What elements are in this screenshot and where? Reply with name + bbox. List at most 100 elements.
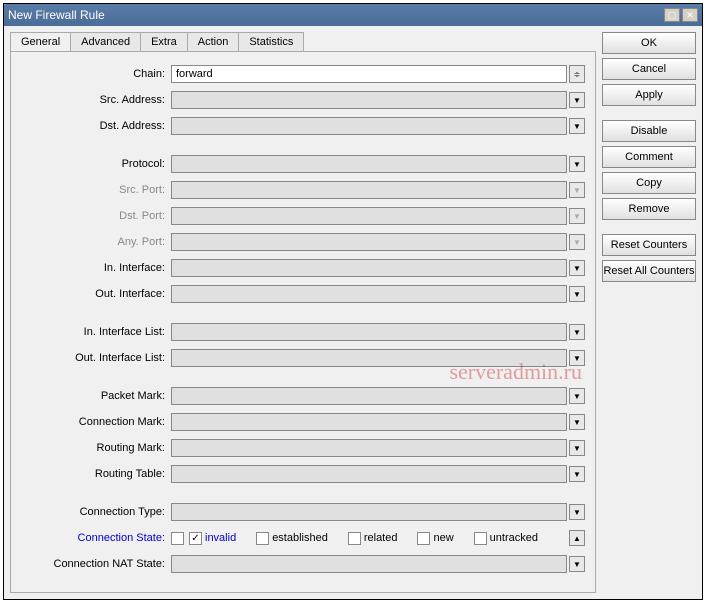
untracked-label: untracked (490, 532, 538, 544)
cancel-button[interactable]: Cancel (602, 58, 696, 80)
src-address-input[interactable] (171, 91, 567, 109)
in-interface-expand-icon[interactable]: ▼ (569, 260, 585, 276)
tab-statistics[interactable]: Statistics (238, 32, 304, 51)
tabs: General Advanced Extra Action Statistics (10, 32, 596, 51)
apply-button[interactable]: Apply (602, 84, 696, 106)
chain-row: Chain: ≑ (11, 62, 585, 86)
dst-port-label: Dst. Port: (11, 210, 171, 222)
invalid-checkbox[interactable] (189, 532, 202, 545)
disable-button[interactable]: Disable (602, 120, 696, 142)
ok-button[interactable]: OK (602, 32, 696, 54)
routing-mark-row: Routing Mark: ▼ (11, 436, 585, 460)
title-buttons: ▢ ✕ (664, 8, 698, 22)
in-interface-list-row: In. Interface List: ▼ (11, 320, 585, 344)
protocol-row: Protocol: ▼ (11, 152, 585, 176)
protocol-expand-icon[interactable]: ▼ (569, 156, 585, 172)
not-checkbox[interactable] (171, 532, 184, 545)
src-address-row: Src. Address: ▼ (11, 88, 585, 112)
dst-address-input[interactable] (171, 117, 567, 135)
dst-port-row: Dst. Port: ▼ (11, 204, 585, 228)
out-interface-list-label: Out. Interface List: (11, 352, 171, 364)
dst-address-label: Dst. Address: (11, 120, 171, 132)
out-interface-row: Out. Interface: ▼ (11, 282, 585, 306)
connection-mark-expand-icon[interactable]: ▼ (569, 414, 585, 430)
in-interface-input[interactable] (171, 259, 567, 277)
connection-state-label: Connection State: (11, 532, 171, 544)
reset-counters-button[interactable]: Reset Counters (602, 234, 696, 256)
src-port-row: Src. Port: ▼ (11, 178, 585, 202)
any-port-expand-icon: ▼ (569, 234, 585, 250)
related-checkbox[interactable] (348, 532, 361, 545)
connection-state-collapse-icon[interactable]: ▲ (569, 530, 585, 546)
untracked-checkbox[interactable] (474, 532, 487, 545)
connection-type-input[interactable] (171, 503, 567, 521)
out-interface-label: Out. Interface: (11, 288, 171, 300)
remove-button[interactable]: Remove (602, 198, 696, 220)
titlebar: New Firewall Rule ▢ ✕ (4, 4, 702, 26)
out-interface-input[interactable] (171, 285, 567, 303)
copy-button[interactable]: Copy (602, 172, 696, 194)
left-panel: General Advanced Extra Action Statistics… (10, 32, 596, 593)
tab-extra[interactable]: Extra (140, 32, 188, 51)
packet-mark-input[interactable] (171, 387, 567, 405)
minimize-icon[interactable]: ▢ (664, 8, 680, 22)
connection-nat-state-label: Connection NAT State: (11, 558, 171, 570)
established-checkbox[interactable] (256, 532, 269, 545)
button-panel: OK Cancel Apply Disable Comment Copy Rem… (602, 32, 696, 593)
new-label: new (433, 532, 453, 544)
dst-port-expand-icon: ▼ (569, 208, 585, 224)
packet-mark-row: Packet Mark: ▼ (11, 384, 585, 408)
window-title: New Firewall Rule (8, 8, 105, 22)
connection-type-row: Connection Type: ▼ (11, 500, 585, 524)
src-port-expand-icon: ▼ (569, 182, 585, 198)
protocol-input[interactable] (171, 155, 567, 173)
packet-mark-expand-icon[interactable]: ▼ (569, 388, 585, 404)
out-interface-list-expand-icon[interactable]: ▼ (569, 350, 585, 366)
in-interface-label: In. Interface: (11, 262, 171, 274)
chain-label: Chain: (11, 68, 171, 80)
invalid-label: invalid (205, 532, 236, 544)
packet-mark-label: Packet Mark: (11, 390, 171, 402)
routing-table-label: Routing Table: (11, 468, 171, 480)
routing-table-row: Routing Table: ▼ (11, 462, 585, 486)
in-interface-list-label: In. Interface List: (11, 326, 171, 338)
routing-mark-expand-icon[interactable]: ▼ (569, 440, 585, 456)
dst-port-input (171, 207, 567, 225)
connection-mark-label: Connection Mark: (11, 416, 171, 428)
chain-dropdown-icon[interactable]: ≑ (569, 65, 585, 83)
established-label: established (272, 532, 328, 544)
firewall-rule-window: New Firewall Rule ▢ ✕ General Advanced E… (3, 3, 703, 600)
in-interface-list-expand-icon[interactable]: ▼ (569, 324, 585, 340)
tab-content: Chain: ≑ Src. Address: ▼ Dst. Address: ▼… (10, 51, 596, 593)
chain-input[interactable] (171, 65, 567, 83)
tab-action[interactable]: Action (187, 32, 240, 51)
window-body: General Advanced Extra Action Statistics… (4, 26, 702, 599)
in-interface-list-input[interactable] (171, 323, 567, 341)
connection-type-expand-icon[interactable]: ▼ (569, 504, 585, 520)
dst-address-row: Dst. Address: ▼ (11, 114, 585, 138)
reset-all-counters-button[interactable]: Reset All Counters (602, 260, 696, 282)
src-address-expand-icon[interactable]: ▼ (569, 92, 585, 108)
src-port-input (171, 181, 567, 199)
close-icon[interactable]: ✕ (682, 8, 698, 22)
connection-mark-input[interactable] (171, 413, 567, 431)
connection-nat-state-input[interactable] (171, 555, 567, 573)
dst-address-expand-icon[interactable]: ▼ (569, 118, 585, 134)
out-interface-expand-icon[interactable]: ▼ (569, 286, 585, 302)
tab-general[interactable]: General (10, 32, 71, 51)
out-interface-list-input[interactable] (171, 349, 567, 367)
src-address-label: Src. Address: (11, 94, 171, 106)
connection-nat-state-row: Connection NAT State: ▼ (11, 552, 585, 576)
routing-table-expand-icon[interactable]: ▼ (569, 466, 585, 482)
related-label: related (364, 532, 398, 544)
tab-advanced[interactable]: Advanced (70, 32, 141, 51)
comment-button[interactable]: Comment (602, 146, 696, 168)
routing-table-input[interactable] (171, 465, 567, 483)
connection-nat-state-expand-icon[interactable]: ▼ (569, 556, 585, 572)
routing-mark-input[interactable] (171, 439, 567, 457)
any-port-label: Any. Port: (11, 236, 171, 248)
new-checkbox[interactable] (417, 532, 430, 545)
in-interface-row: In. Interface: ▼ (11, 256, 585, 280)
routing-mark-label: Routing Mark: (11, 442, 171, 454)
connection-state-row: Connection State: invalid established re… (11, 526, 585, 550)
